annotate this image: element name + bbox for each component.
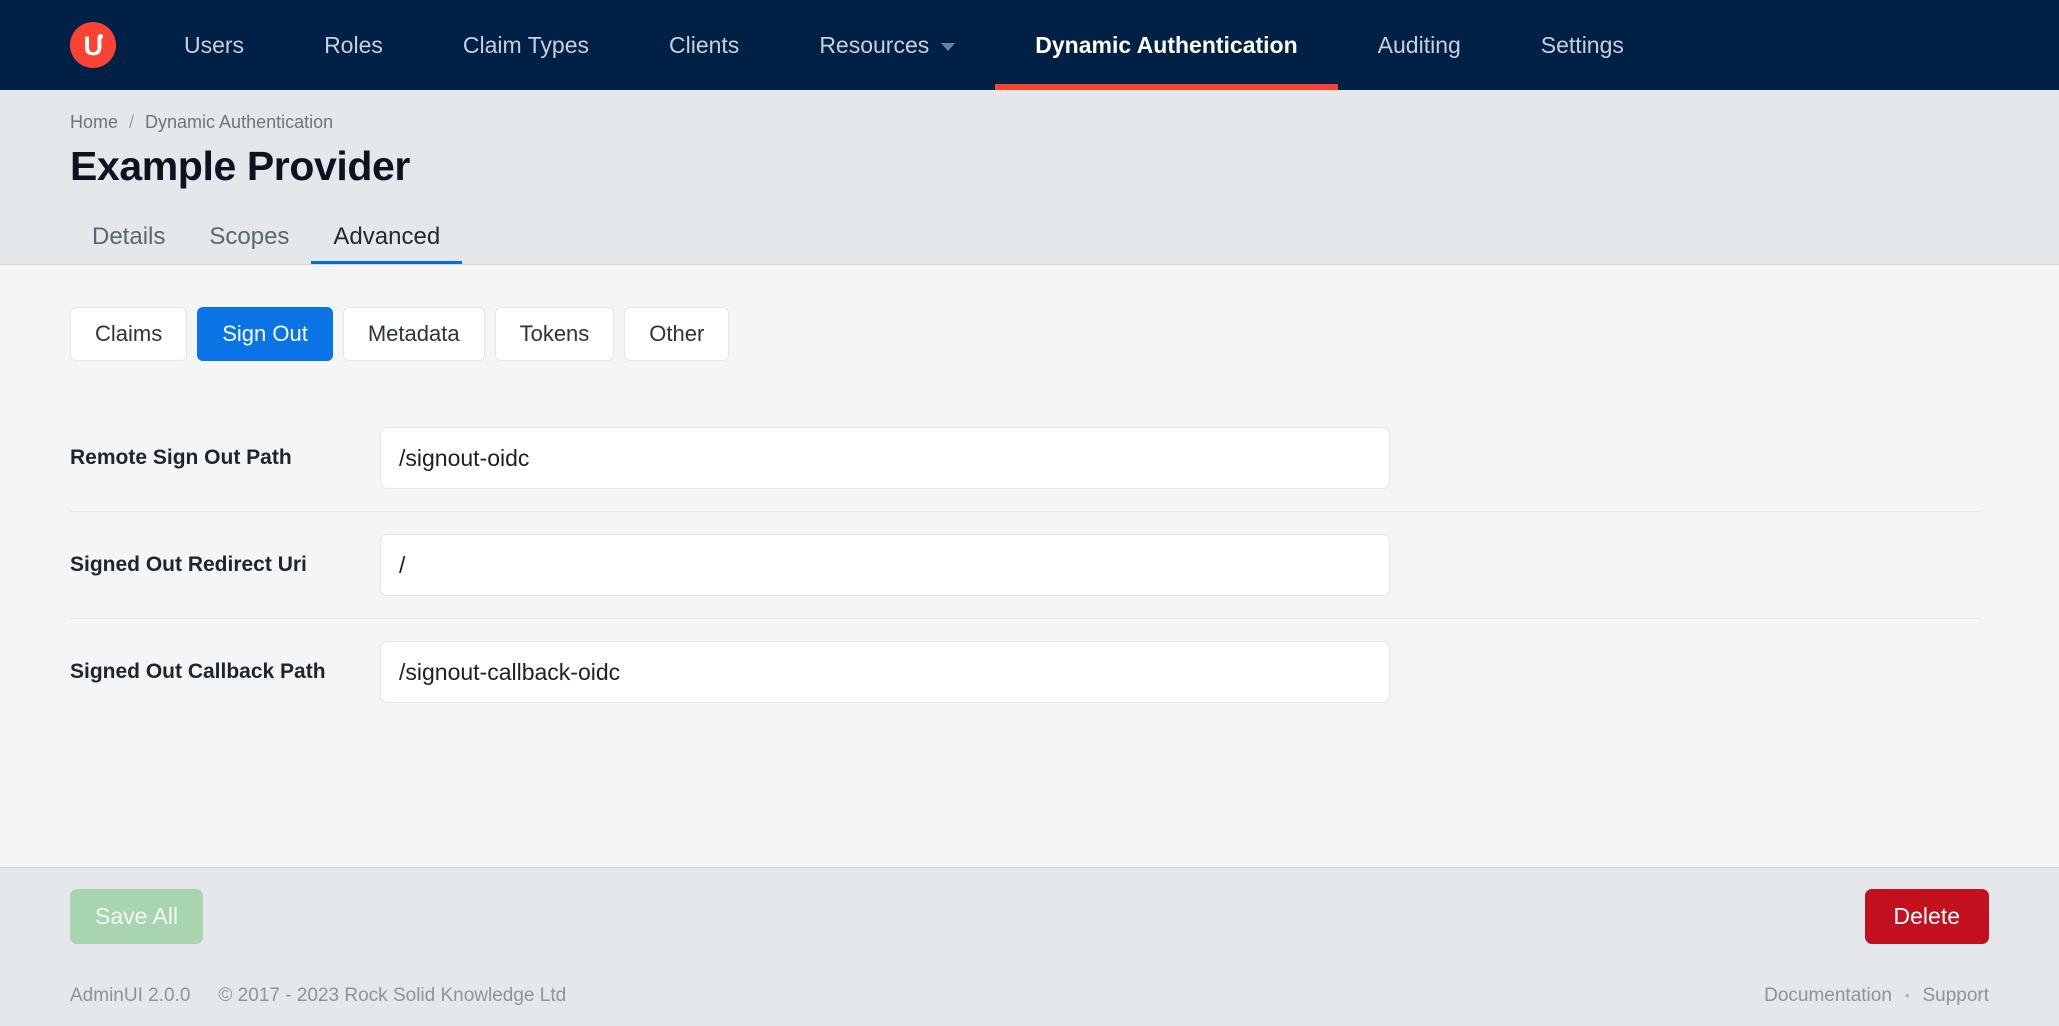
segment-button-metadata[interactable]: Metadata	[343, 307, 485, 361]
input-signed-out-redirect-uri[interactable]	[380, 534, 1390, 596]
nav-item-resources[interactable]: Resources	[779, 0, 995, 90]
breadcrumb: Home / Dynamic Authentication	[70, 112, 2059, 133]
page-footer: AdminUI 2.0.0 © 2017 - 2023 Rock Solid K…	[0, 965, 2059, 1026]
copyright-text: © 2017 - 2023 Rock Solid Knowledge Ltd	[218, 985, 566, 1007]
label-signed-out-redirect-uri: Signed Out Redirect Uri	[70, 553, 380, 577]
tab-scopes[interactable]: Scopes	[187, 213, 311, 265]
footer-link-documentation[interactable]: Documentation	[1764, 985, 1892, 1007]
logo-wrapper[interactable]: U	[0, 0, 144, 90]
footer-link-separator: •	[1905, 988, 1910, 1003]
segment-button-sign-out[interactable]: Sign Out	[197, 307, 333, 361]
nav-item-label: Roles	[324, 32, 383, 59]
input-signed-out-callback-path[interactable]	[380, 641, 1390, 703]
tab-label: Details	[92, 223, 165, 250]
nav-item-settings[interactable]: Settings	[1501, 0, 1664, 90]
tab-advanced[interactable]: Advanced	[311, 213, 462, 265]
tab-label: Advanced	[333, 223, 440, 250]
breadcrumb-item-home[interactable]: Home	[70, 112, 118, 133]
segmented-button-group: Claims Sign Out Metadata Tokens Other	[70, 307, 1989, 361]
nav-item-label: Users	[184, 32, 244, 59]
nav-item-label: Claim Types	[463, 32, 589, 59]
footer-left: AdminUI 2.0.0 © 2017 - 2023 Rock Solid K…	[70, 985, 566, 1007]
nav-item-auditing[interactable]: Auditing	[1338, 0, 1501, 90]
form-row-remote-sign-out-path: Remote Sign Out Path	[70, 405, 1981, 512]
nav-item-roles[interactable]: Roles	[284, 0, 423, 90]
nav-item-clients[interactable]: Clients	[629, 0, 779, 90]
tab-bar: Details Scopes Advanced	[70, 213, 462, 265]
segment-button-other[interactable]: Other	[624, 307, 729, 361]
nav-item-label: Auditing	[1378, 32, 1461, 59]
label-signed-out-callback-path: Signed Out Callback Path	[70, 660, 380, 684]
main-content: Claims Sign Out Metadata Tokens Other Re…	[0, 265, 2059, 867]
label-remote-sign-out-path: Remote Sign Out Path	[70, 446, 380, 470]
top-navbar: U Users Roles Claim Types Clients Resour…	[0, 0, 2059, 90]
form-row-signed-out-callback-path: Signed Out Callback Path	[70, 619, 1981, 725]
adminui-logo-icon[interactable]: U	[70, 22, 116, 68]
nav-item-label: Settings	[1541, 32, 1624, 59]
nav-item-label: Clients	[669, 32, 739, 59]
logo-dot-icon	[98, 34, 103, 39]
page-header: Home / Dynamic Authentication Example Pr…	[0, 90, 2059, 265]
nav-item-dynamic-authentication[interactable]: Dynamic Authentication	[995, 0, 1337, 90]
delete-button[interactable]: Delete	[1865, 889, 1989, 945]
nav-item-users[interactable]: Users	[144, 0, 284, 90]
tab-details[interactable]: Details	[70, 213, 187, 265]
nav-items: Users Roles Claim Types Clients Resource…	[144, 0, 1664, 90]
tab-label: Scopes	[209, 223, 289, 250]
footer-link-support[interactable]: Support	[1922, 985, 1989, 1007]
segment-button-claims[interactable]: Claims	[70, 307, 187, 361]
footer-links: Documentation • Support	[1764, 985, 1989, 1007]
input-remote-sign-out-path[interactable]	[380, 427, 1390, 489]
chevron-down-icon	[941, 43, 955, 51]
nav-item-claim-types[interactable]: Claim Types	[423, 0, 629, 90]
form-row-signed-out-redirect-uri: Signed Out Redirect Uri	[70, 512, 1981, 619]
nav-item-label: Dynamic Authentication	[1035, 32, 1297, 59]
save-all-button[interactable]: Save All	[70, 889, 203, 945]
nav-item-label: Resources	[819, 32, 929, 59]
action-bar: Save All Delete	[0, 867, 2059, 965]
page-title: Example Provider	[70, 143, 2059, 190]
app-version: AdminUI 2.0.0	[70, 985, 190, 1007]
app-root: U Users Roles Claim Types Clients Resour…	[0, 0, 2059, 1026]
segment-button-tokens[interactable]: Tokens	[495, 307, 615, 361]
breadcrumb-separator: /	[129, 112, 134, 133]
breadcrumb-item-dynamic-authentication[interactable]: Dynamic Authentication	[145, 112, 333, 133]
